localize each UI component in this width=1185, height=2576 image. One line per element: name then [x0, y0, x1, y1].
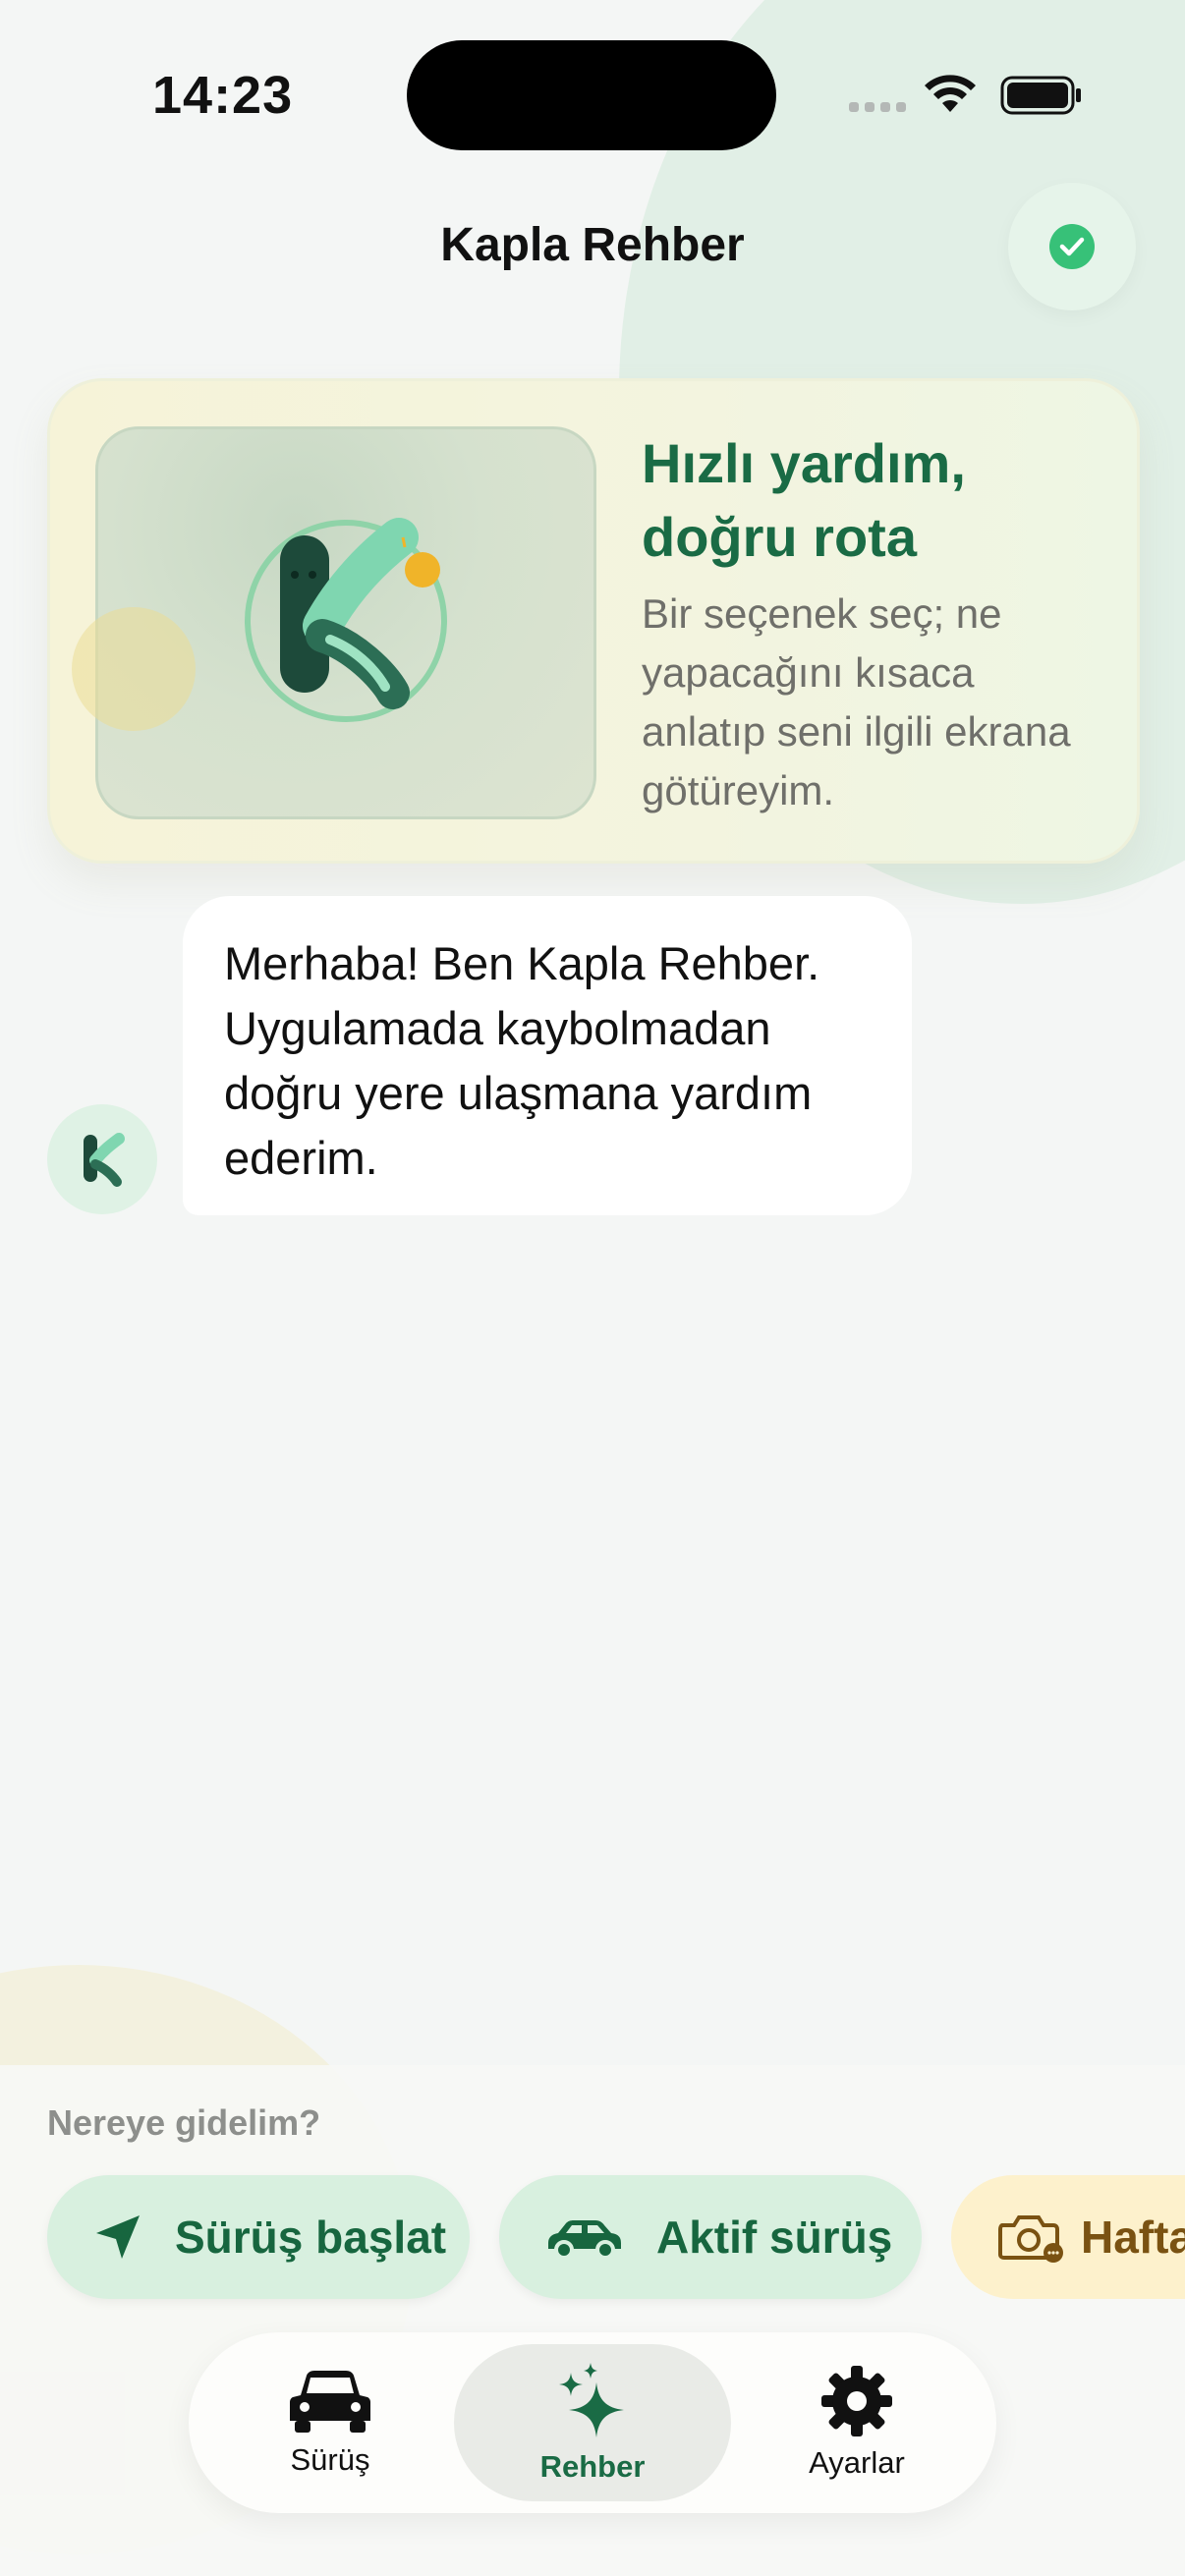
k-mascot-icon — [84, 1133, 125, 1187]
navigation-arrow-icon — [96, 2215, 140, 2259]
tab-settings[interactable]: Ayarlar — [778, 2344, 935, 2501]
cellular-signal-icon — [849, 102, 906, 112]
car-icon — [290, 2371, 370, 2433]
chip-label: Hafta — [1081, 2212, 1185, 2263]
check-circle-icon — [1049, 224, 1095, 269]
status-check-button[interactable] — [1008, 183, 1136, 310]
tab-guide[interactable]: Rehber — [454, 2344, 731, 2501]
hero-card: Hızlı yardım, doğru rota Bir seçenek seç… — [47, 378, 1140, 864]
car-icon — [548, 2220, 621, 2259]
assistant-avatar — [47, 1104, 157, 1214]
gear-icon — [821, 2366, 892, 2436]
decorative-dot — [72, 607, 196, 731]
tab-label: Sürüş — [290, 2442, 370, 2477]
assistant-message-bubble: Merhaba! Ben Kapla Rehber. Uygulamada ka… — [183, 896, 912, 1215]
hero-description: Bir seçenek seç; ne yapacağını kısaca an… — [642, 590, 1071, 813]
quick-action-active-drive[interactable]: Aktif sürüş — [499, 2175, 922, 2299]
wifi-icon — [925, 75, 976, 112]
tab-bar: Sürüş Rehber Ayarlar — [189, 2332, 996, 2513]
screen: 14:23 Kapla Rehber Hızlı yardım, doğru r… — [0, 0, 1185, 2576]
quick-action-start-drive[interactable]: Sürüş başlat — [47, 2175, 470, 2299]
tab-drive[interactable]: Sürüş — [252, 2344, 409, 2501]
tab-label: Rehber — [539, 2449, 646, 2484]
quick-actions-label: Nereye gidelim? — [47, 2102, 321, 2143]
tab-label: Ayarlar — [809, 2445, 905, 2480]
battery-icon — [1000, 76, 1081, 115]
quick-action-weekly[interactable]: Hafta — [951, 2175, 1185, 2299]
sparkles-icon — [559, 2363, 624, 2437]
chip-label: Aktif sürüş — [656, 2212, 893, 2263]
dynamic-island — [407, 40, 776, 150]
chip-label: Sürüş başlat — [175, 2212, 447, 2263]
camera-icon — [998, 2215, 1063, 2263]
status-time: 14:23 — [152, 66, 294, 125]
hero-title: Hızlı yardım, doğru rota — [642, 432, 966, 568]
